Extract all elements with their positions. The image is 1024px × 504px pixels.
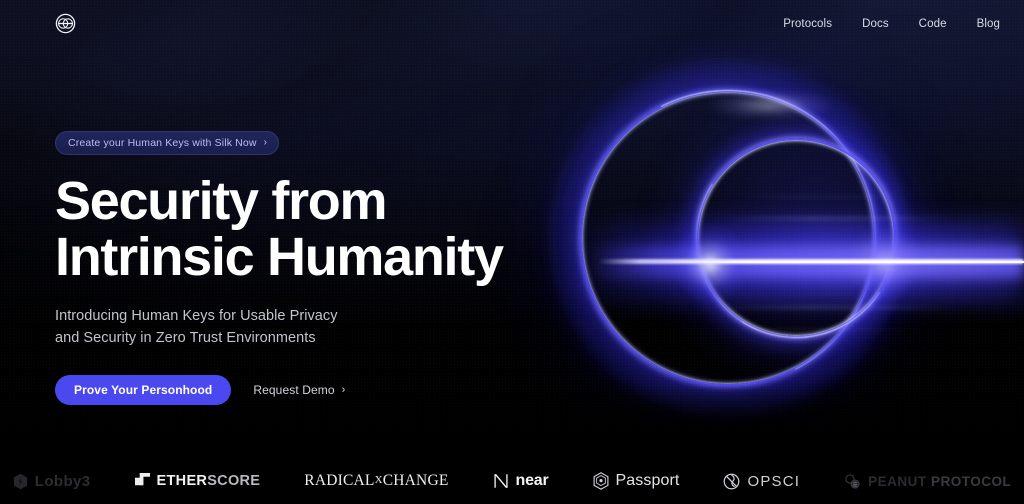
hero-subheadline: Introducing Human Keys for Usable Privac…: [55, 308, 338, 346]
request-demo-label: Request Demo: [253, 383, 335, 398]
holonym-ring-logo-icon: [55, 13, 76, 34]
chevron-right-icon: ›: [263, 137, 267, 148]
partner-name: PEANUT PROTOCOL: [868, 474, 1011, 489]
partner-logo-opsci[interactable]: OPSCI: [701, 473, 822, 490]
nav-link-code[interactable]: Code: [919, 18, 947, 30]
nav-link-protocols[interactable]: Protocols: [783, 18, 832, 30]
partner-logo-strip: Lobby3 ETHERSCORE RADICALXCHANGE near Pa…: [0, 458, 1024, 504]
partner-name: Passport: [615, 472, 680, 489]
partner-logo-lobby3[interactable]: Lobby3: [0, 473, 113, 490]
partner-name: OPSCI: [747, 472, 801, 490]
partner-logo-etherscore[interactable]: ETHERSCORE: [113, 473, 283, 489]
landing-page: Protocols Docs Code Blog Create your Hum…: [0, 0, 1024, 504]
opsci-circle-icon: [723, 473, 740, 490]
nav-link-blog[interactable]: Blog: [977, 18, 1000, 30]
hero-section: Create your Human Keys with Silk Now › S…: [55, 131, 575, 406]
partner-logo-near[interactable]: near: [471, 472, 571, 490]
hero-cta-row: Prove Your Personhood Request Demo ›: [55, 375, 575, 406]
announcement-badge[interactable]: Create your Human Keys with Silk Now ›: [55, 131, 279, 155]
partner-name: ETHERSCORE: [157, 473, 261, 489]
partner-name: near: [515, 472, 549, 489]
top-navigation-bar: Protocols Docs Code Blog: [0, 0, 1024, 47]
partner-name-part2: CHANGE: [382, 472, 449, 489]
partner-logo-peanut-protocol[interactable]: PEANUT PROTOCOL: [822, 473, 1024, 490]
chevron-right-icon: ›: [341, 384, 346, 397]
partner-name-light: PROTOCOL: [930, 473, 1012, 489]
partner-name-bold: ETHER: [156, 473, 208, 489]
etherscore-cube-icon: [134, 473, 150, 489]
prove-your-personhood-button[interactable]: Prove Your Personhood: [55, 375, 232, 406]
page-title: Security from Intrinsic Humanity: [55, 171, 504, 287]
partner-logo-radicalxchange[interactable]: RADICALXCHANGE: [282, 472, 470, 490]
partner-name-bold: PEANUT: [868, 473, 927, 489]
partner-name-sup: X: [374, 474, 383, 486]
lobby3-hex-icon: [13, 473, 28, 490]
request-demo-button[interactable]: Request Demo ›: [253, 383, 345, 397]
announcement-badge-label: Create your Human Keys with Silk Now: [68, 137, 257, 149]
partner-name-light: SCORE: [207, 473, 261, 489]
partner-name: Lobby3: [34, 472, 91, 490]
partner-logo-passport[interactable]: Passport: [571, 472, 702, 490]
site-logo[interactable]: [55, 13, 76, 34]
passport-hex-icon: [593, 472, 609, 490]
peanut-icon: [844, 473, 861, 490]
partner-name-part1: RADICAL: [304, 472, 375, 489]
near-n-icon: [493, 473, 509, 489]
partner-name: RADICALXCHANGE: [304, 472, 448, 490]
nav-links: Protocols Docs Code Blog: [783, 0, 1000, 47]
nav-link-docs[interactable]: Docs: [862, 18, 889, 30]
